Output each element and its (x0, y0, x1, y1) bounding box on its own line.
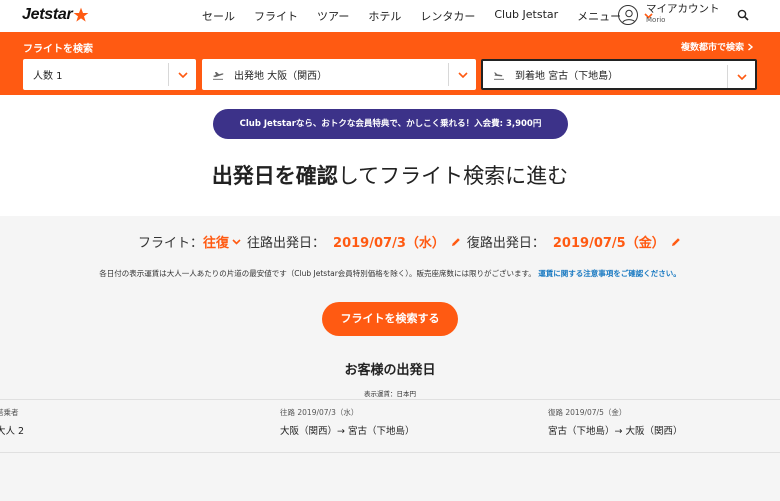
divider (0, 399, 780, 400)
departure-dates-title: お客様の出発日 (344, 363, 436, 378)
flight-label: フライト： (138, 236, 204, 251)
nav-hotel[interactable]: ホテル (368, 8, 401, 24)
search-title: フライトを検索 (23, 44, 93, 55)
return-summary-label: 復路 2019/07/5（金） (548, 408, 627, 417)
outbound-date[interactable]: 2019/07/3（水） (333, 232, 445, 251)
chevron-down-icon (448, 63, 476, 86)
chevron-right-icon (748, 42, 754, 51)
search-flights-button[interactable]: フライトを検索する (322, 302, 458, 336)
site-header: Jetstar セール フライト ツアー ホテル レンタカー Club Jets… (0, 0, 780, 32)
page-title-bold: 出発日を確認 (211, 164, 338, 188)
flight-search-bar: フライトを検索 複数都市で検索 人数 1 出発地 大阪（関西） 到着地 宮古（下… (0, 32, 780, 95)
search-icon[interactable] (737, 9, 749, 21)
passengers-select[interactable]: 人数 1 (23, 59, 196, 90)
chevron-down-icon[interactable] (232, 238, 241, 245)
nav-flight[interactable]: フライト (254, 8, 298, 24)
pencil-icon[interactable] (451, 237, 461, 247)
outbound-summary-label: 往路 2019/07/3（水） (280, 408, 359, 417)
multi-city-label: 複数都市で検索 (680, 43, 744, 53)
plane-landing-icon (494, 72, 504, 80)
nav-menu-label: メニュー (577, 10, 622, 23)
outbound-route: 大阪（関西）→ 宮古（下地島） (280, 426, 415, 437)
currency-note: 表示運賃：日本円 (364, 390, 416, 398)
trip-type-select[interactable]: 往復 (203, 232, 229, 251)
account-name: Morio (646, 15, 666, 24)
nav-sale[interactable]: セール (202, 8, 235, 24)
summary-outbound: 往路 2019/07/3（水） 大阪（関西）→ 宮古（下地島） (280, 407, 414, 437)
origin-value: 出発地 大阪（関西） (234, 71, 328, 82)
passengers-label: 搭乗者 (0, 408, 19, 417)
page-title-rest: してフライト検索に進む (337, 164, 569, 188)
club-jetstar-banner[interactable]: Club Jetstarなら、おトクな会員特典で、かしこく乗れる！入会費: 3,… (213, 109, 568, 139)
passengers-value: 人数 1 (33, 71, 63, 82)
summary-passengers: 搭乗者 大人 2 (0, 407, 24, 437)
origin-select[interactable]: 出発地 大阪（関西） (202, 59, 476, 90)
return-date[interactable]: 2019/07/5（金） (553, 232, 665, 251)
chevron-down-icon (727, 65, 755, 88)
fare-notice: 各日付の表示運賃は大人一人あたりの片道の最安値です（Club Jetstar会員… (0, 268, 780, 279)
main-nav: セール フライト ツアー ホテル レンタカー Club Jetstar メニュー (202, 8, 672, 24)
summary-return: 復路 2019/07/5（金） 宮古（下地島）→ 大阪（関西） (548, 407, 682, 437)
passengers-count: 大人 2 (0, 426, 25, 437)
plane-takeoff-icon (213, 71, 224, 80)
return-route: 宮古（下地島）→ 大阪（関西） (548, 426, 683, 437)
destination-select[interactable]: 到着地 宮古（下地島） (481, 59, 757, 90)
fare-notice-link[interactable]: 運賃に関する注意事項をご確認ください。 (538, 269, 681, 278)
destination-value: 到着地 宮古（下地島） (515, 71, 619, 82)
outbound-label: 往路出発日： (247, 236, 326, 251)
chevron-down-icon (168, 63, 196, 86)
pencil-icon[interactable] (671, 237, 681, 247)
return-label: 復路出発日： (466, 236, 545, 251)
nav-club-jetstar[interactable]: Club Jetstar (494, 8, 558, 24)
fare-notice-text: 各日付の表示運賃は大人一人あたりの片道の最安値です（Club Jetstar会員… (99, 269, 536, 278)
multi-city-link[interactable]: 複数都市で検索 (681, 40, 754, 53)
jetstar-logo[interactable]: Jetstar (22, 6, 89, 24)
my-account[interactable]: マイアカウント Morio (618, 4, 720, 25)
divider (0, 452, 780, 453)
user-icon (618, 5, 638, 25)
flight-summary-line: フライト： 往復 往路出発日： 2019/07/3（水） 復路出発日： 2019… (138, 232, 687, 251)
account-title: マイアカウント (646, 3, 720, 15)
page-title: 出発日を確認してフライト検索に進む (0, 160, 780, 190)
nav-rentacar[interactable]: レンタカー (420, 8, 475, 24)
nav-tour[interactable]: ツアー (317, 8, 349, 24)
logo-text: Jetstar (22, 6, 73, 23)
star-icon (74, 7, 89, 22)
